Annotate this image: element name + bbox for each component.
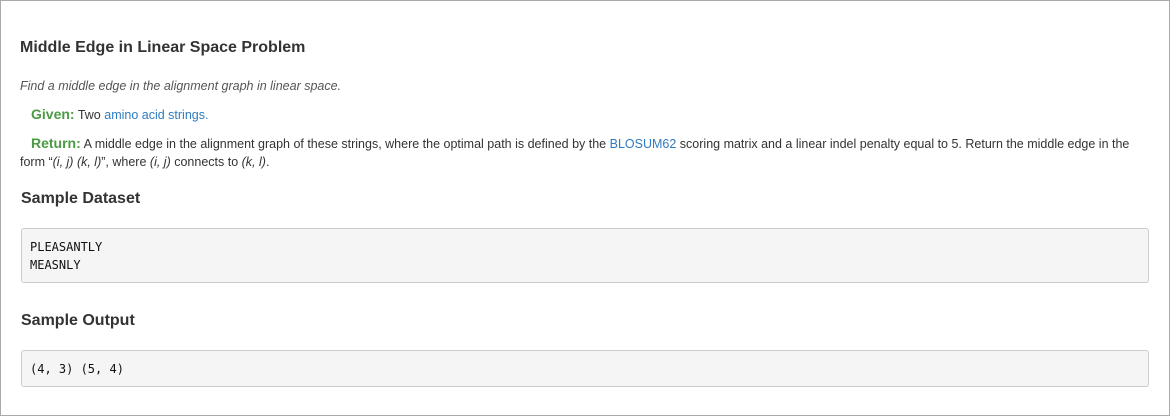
sample-dataset-heading: Sample Dataset — [21, 190, 141, 207]
return-text-4: connects to — [174, 155, 239, 169]
sample-dataset-line: MEASNLY — [30, 258, 81, 272]
amino-acid-strings-link[interactable]: amino acid strings. — [104, 108, 208, 122]
sample-output-heading: Sample Output — [21, 312, 135, 329]
problem-panel: Middle Edge in Linear Space Problem Find… — [0, 0, 1170, 416]
return-text-3: ”, where — [101, 155, 147, 169]
blosum62-link[interactable]: BLOSUM62 — [610, 137, 677, 151]
given-label: Given: — [31, 106, 75, 122]
sample-output-box: (4, 3) (5, 4) — [21, 350, 1149, 387]
return-label: Return: — [31, 135, 81, 151]
problem-title: Middle Edge in Linear Space Problem — [20, 39, 306, 56]
given-text: Two — [77, 108, 101, 122]
where-i-j: (i, j) — [149, 155, 171, 169]
return-paragraph: Return: A middle edge in the alignment g… — [20, 134, 1155, 171]
sample-dataset-box: PLEASANTLY MEASNLY — [21, 228, 1149, 283]
sample-dataset-line: PLEASANTLY — [30, 240, 103, 254]
given-end: . — [205, 108, 209, 122]
edge-i-j: (i, j) — [52, 155, 74, 169]
where-k-l: (k, l) — [241, 155, 266, 169]
edge-k-l: (k, l) — [76, 155, 102, 169]
return-text-end: . — [265, 155, 270, 169]
given-paragraph: Given: Two amino acid strings. — [31, 106, 208, 122]
sample-output-line: (4, 3) (5, 4) — [30, 362, 124, 376]
problem-summary: Find a middle edge in the alignment grap… — [20, 79, 342, 93]
return-text-1: A middle edge in the alignment graph of … — [83, 137, 607, 151]
amino-acid-strings-link-text[interactable]: amino acid strings — [104, 108, 205, 122]
